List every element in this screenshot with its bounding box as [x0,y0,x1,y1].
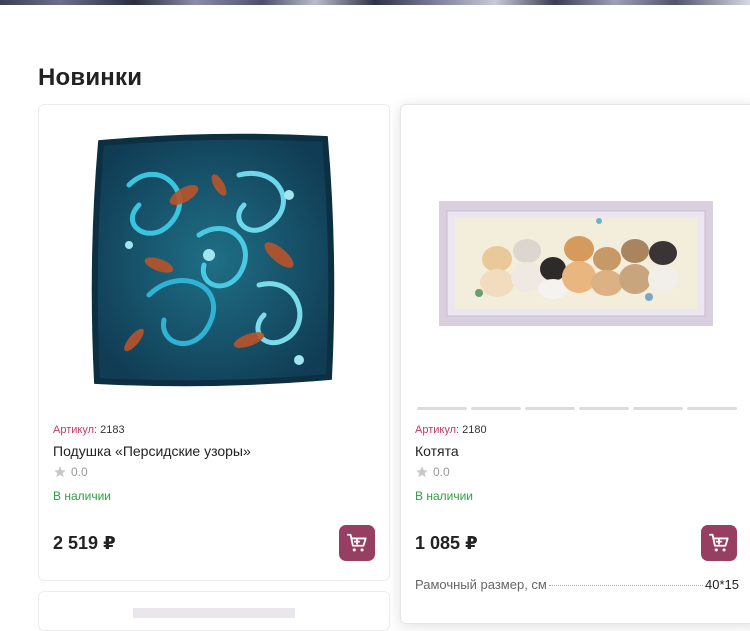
add-to-cart-button[interactable] [339,525,375,561]
image-pager [417,407,737,410]
cart-icon [346,533,367,552]
sku-value: 2180 [462,424,487,436]
spec-value: 40*15 [705,577,739,592]
price-value: 1 085 [415,533,461,553]
stock-status: В наличии [53,489,112,503]
product-card[interactable]: Артикул: 2180 Котята 0.0 В наличии 1 085… [400,104,750,624]
rating-value: 0.0 [433,465,450,479]
product-rating: 0.0 [53,465,88,479]
add-to-cart-button[interactable] [701,525,737,561]
rating-value: 0.0 [71,465,88,479]
product-sku: Артикул: 2183 [53,424,125,436]
product-card[interactable] [38,591,390,631]
pager-segment[interactable] [525,407,575,410]
spec-dotted-leader [548,585,704,586]
product-price: 2 519 ₽ [53,533,116,554]
star-icon [54,466,66,478]
pager-segment[interactable] [633,407,683,410]
currency-symbol: ₽ [103,533,116,553]
sku-label: Артикул: [53,424,98,436]
sku-value: 2183 [100,424,125,436]
cart-icon [708,533,729,552]
section-title: Новинки [38,64,143,91]
product-price: 1 085 ₽ [415,533,478,554]
product-name[interactable]: Котята [415,443,459,459]
product-image[interactable] [89,125,337,391]
product-image[interactable] [439,201,713,326]
pager-segment[interactable] [579,407,629,410]
product-rating: 0.0 [415,465,450,479]
star-icon [416,466,428,478]
top-banner-image [0,0,750,5]
spec-label: Рамочный размер, см [415,577,547,592]
frame-size-spec: Рамочный размер, см 40*15 [415,577,739,592]
currency-symbol: ₽ [465,533,478,553]
sku-label: Артикул: [415,424,460,436]
product-image[interactable] [133,608,295,618]
price-value: 2 519 [53,533,99,553]
product-sku: Артикул: 2180 [415,424,487,436]
pager-segment[interactable] [687,407,737,410]
pager-segment[interactable] [471,407,521,410]
product-name[interactable]: Подушка «Персидские узоры» [53,443,251,459]
product-card[interactable]: Артикул: 2183 Подушка «Персидские узоры»… [38,104,390,581]
stock-status: В наличии [415,489,474,503]
pager-segment[interactable] [417,407,467,410]
